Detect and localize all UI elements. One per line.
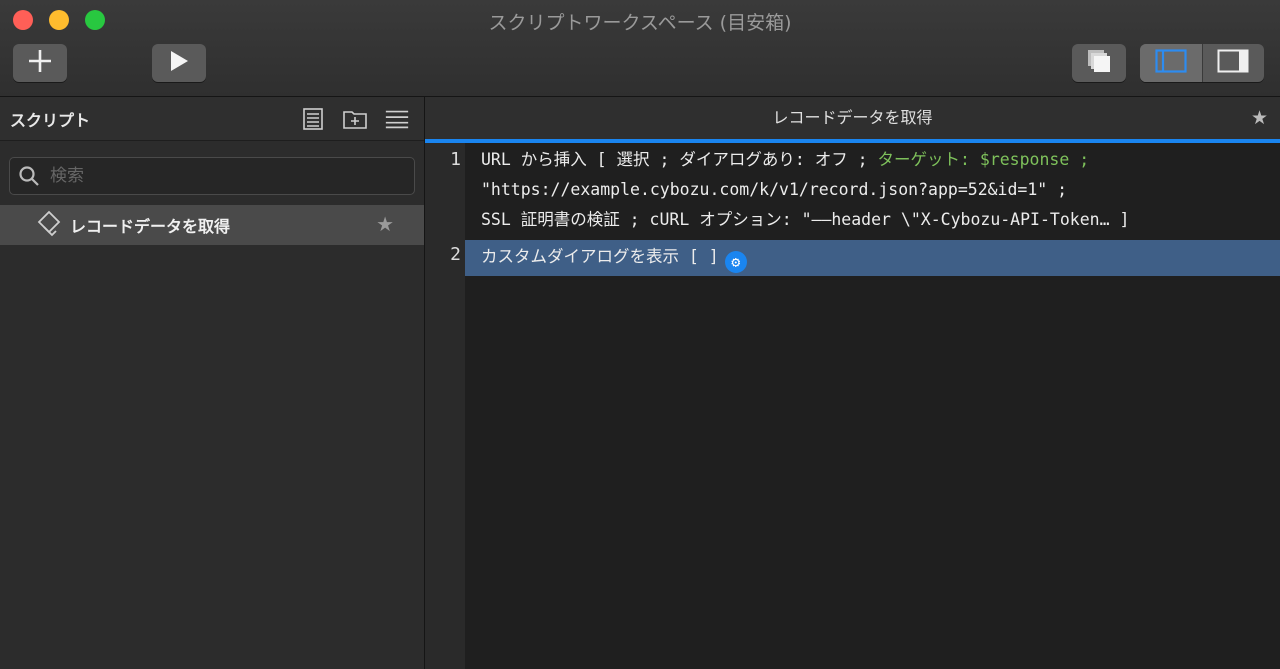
favorite-star-icon[interactable]: ★: [376, 212, 394, 236]
favorite-star-icon[interactable]: ★: [1251, 107, 1268, 129]
stacked-pages-icon: [1085, 48, 1113, 78]
run-script-button[interactable]: [152, 44, 206, 82]
new-script-document-icon[interactable]: [300, 107, 326, 131]
play-icon: [168, 49, 190, 77]
toggle-left-panel-button[interactable]: [1140, 44, 1202, 82]
panel-toggle-group: [1140, 44, 1264, 82]
editor-tab[interactable]: レコードデータを取得 ★: [425, 97, 1280, 139]
separator-list-icon[interactable]: [384, 107, 410, 131]
sidebar-left-icon: [1155, 49, 1187, 77]
new-folder-icon[interactable]: [342, 107, 368, 131]
line-number: 1: [450, 149, 461, 170]
sidebar-title: スクリプト: [10, 110, 91, 130]
step-line: URL から挿入 [ 選択 ; ダイアログあり: オフ ; ターゲット: $re…: [481, 145, 1280, 175]
toggle-right-panel-button[interactable]: [1203, 44, 1265, 82]
script-item-label: レコードデータを取得: [70, 217, 231, 236]
title-toolbar-bar: スクリプトワークスペース (目安箱): [0, 0, 1280, 97]
step-line: "https://example.cybozu.com/k/v1/record.…: [481, 180, 1068, 199]
script-editor: レコードデータを取得 ★ 1 2 URL から挿入 [ 選択 ; ダイアログあり…: [425, 97, 1280, 669]
script-step-show-custom-dialog[interactable]: カスタムダイアログを表示 [ ] ⚙: [465, 240, 1280, 276]
script-step-insert-from-url[interactable]: URL から挿入 [ 選択 ; ダイアログあり: オフ ; ターゲット: $re…: [465, 145, 1280, 235]
step-line: カスタムダイアログを表示 [ ] ⚙: [481, 240, 1280, 276]
sidebar-right-icon: [1217, 49, 1249, 77]
scripts-sidebar: スクリプト 検索 レコードデータを取得 ★: [0, 97, 425, 669]
step-line: SSL 証明書の検証 ; cURL オプション: "——header \"X-C…: [481, 210, 1130, 229]
script-workspace-window: スクリプトワークスペース (目安箱) スクリプト 検索 レコードデータを取得 ★…: [0, 0, 1280, 669]
editor-tab-title: レコードデータを取得: [772, 108, 933, 127]
search-field[interactable]: [9, 157, 415, 195]
sidebar-actions: [300, 107, 410, 131]
plus-icon: [27, 48, 53, 78]
script-icon: [36, 210, 62, 240]
line-number-gutter: 1 2: [425, 143, 465, 669]
step-text: カスタムダイアログを表示 [ ]: [481, 247, 719, 266]
line-number: 2: [450, 244, 461, 265]
step-target: ターゲット: $response ;: [877, 150, 1090, 169]
copy-steps-button[interactable]: [1072, 44, 1126, 82]
sidebar-header: スクリプト: [0, 97, 424, 141]
script-item-record-data[interactable]: レコードデータを取得 ★: [0, 205, 424, 245]
new-script-button[interactable]: [13, 44, 67, 82]
search-input[interactable]: [48, 165, 402, 187]
step-text: URL から挿入 [ 選択 ; ダイアログあり: オフ ;: [481, 150, 878, 169]
editor-tab-indicator: [425, 139, 1280, 143]
gear-icon[interactable]: ⚙: [724, 251, 747, 273]
search-icon: [18, 165, 40, 187]
window-title: スクリプトワークスペース (目安箱): [488, 12, 792, 34]
